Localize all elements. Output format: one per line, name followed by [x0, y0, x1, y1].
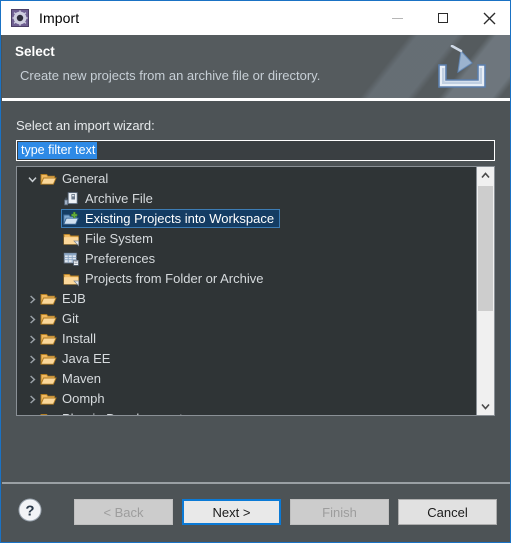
title-bar: Import — [1, 1, 510, 35]
folder-open-icon — [40, 351, 57, 367]
tree-item-general[interactable]: General — [17, 169, 476, 189]
folder-open-icon — [40, 311, 57, 327]
import-tray-icon — [431, 44, 493, 93]
tree-item-archive-file[interactable]: Archive File — [17, 189, 476, 209]
tree-scrollbar[interactable] — [476, 167, 494, 415]
folder-open-icon — [40, 291, 57, 307]
back-button: < Back — [74, 499, 173, 525]
scrollbar-thumb[interactable] — [478, 186, 493, 311]
tree-item-label: EJB — [62, 291, 86, 306]
tree-item-label: Archive File — [85, 191, 153, 206]
tree-item-label: Existing Projects into Workspace — [85, 211, 275, 226]
folder-open-icon — [40, 391, 57, 407]
window-title: Import — [39, 10, 80, 26]
tree-item-maven[interactable]: Maven — [17, 369, 476, 389]
tree-item-label: Oomph — [62, 391, 105, 406]
tree-item-label: Git — [62, 311, 79, 326]
folder-open-icon — [40, 411, 57, 415]
folder-open-icon — [40, 171, 57, 187]
import-dialog: Import Select Create new projects from a… — [0, 0, 511, 543]
minimize-icon[interactable] — [374, 1, 420, 35]
search-input[interactable]: type filter text — [16, 140, 495, 161]
import-projects-icon — [63, 211, 80, 227]
chevron-right-icon[interactable] — [24, 314, 40, 324]
preferences-icon — [63, 251, 80, 267]
tree-item-label: General — [62, 171, 109, 186]
help-icon[interactable]: ? — [17, 497, 43, 523]
tree-item-label: Maven — [62, 371, 102, 386]
tree-item-label: File System — [85, 231, 153, 246]
window-controls — [374, 1, 510, 35]
chevron-right-icon[interactable] — [24, 334, 40, 344]
chevron-right-icon[interactable] — [24, 394, 40, 404]
tree-label: Select an import wizard: — [16, 118, 155, 133]
chevron-right-icon[interactable] — [24, 374, 40, 384]
wizard-banner: Select Create new projects from an archi… — [2, 35, 510, 98]
maximize-icon[interactable] — [420, 1, 466, 35]
banner-title: Select — [15, 44, 55, 59]
eclipse-import-icon — [11, 9, 29, 27]
tree-item-java-ee[interactable]: Java EE — [17, 349, 476, 369]
archive-file-icon — [63, 191, 80, 207]
tree-item-ejb[interactable]: EJB — [17, 289, 476, 309]
import-wizard-tree[interactable]: General Archive File Existing Projects int… — [16, 166, 495, 416]
banner-subtitle: Create new projects from an archive file… — [20, 68, 321, 83]
tree-item-label: Install — [62, 331, 96, 346]
chevron-up-icon[interactable] — [477, 167, 494, 184]
tree-item-plug-in-development[interactable]: Plug-in Development — [17, 409, 476, 415]
tree-item-label: Plug-in Development — [62, 411, 183, 415]
dialog-buttons: < Back Next > Finish Cancel — [74, 499, 497, 525]
dialog-body: Select an import wizard: type filter tex… — [2, 101, 510, 481]
tree-item-preferences[interactable]: Preferences — [17, 249, 476, 269]
filter-text-value: type filter text — [18, 142, 98, 159]
chevron-down-icon[interactable] — [477, 398, 494, 415]
tree-item-existing-projects-into-workspace[interactable]: Existing Projects into Workspace — [17, 209, 476, 229]
next-button[interactable]: Next > — [182, 499, 281, 525]
chevron-down-icon[interactable] — [24, 176, 40, 183]
tree-item-oomph[interactable]: Oomph — [17, 389, 476, 409]
svg-text:?: ? — [25, 502, 34, 519]
folder-open-icon — [40, 331, 57, 347]
tree-item-git[interactable]: Git — [17, 309, 476, 329]
finish-button: Finish — [290, 499, 389, 525]
tree-item-install[interactable]: Install — [17, 329, 476, 349]
scrollbar-track[interactable] — [477, 184, 494, 398]
close-icon[interactable] — [466, 1, 510, 35]
tree-item-projects-from-folder-or-archive[interactable]: Projects from Folder or Archive — [17, 269, 476, 289]
folder-open-icon — [40, 371, 57, 387]
chevron-right-icon[interactable] — [24, 354, 40, 364]
folder-icon — [63, 231, 80, 247]
tree-item-label: Preferences — [85, 251, 156, 266]
tree-item-label: Projects from Folder or Archive — [85, 271, 264, 286]
tree-items-container: General Archive File Existing Projects int… — [17, 167, 476, 415]
folder-icon — [63, 271, 80, 287]
chevron-right-icon[interactable] — [24, 414, 40, 415]
dialog-footer: ? < Back Next > Finish Cancel — [2, 484, 510, 542]
cancel-button[interactable]: Cancel — [398, 499, 497, 525]
chevron-right-icon[interactable] — [24, 294, 40, 304]
tree-item-file-system[interactable]: File System — [17, 229, 476, 249]
tree-item-label: Java EE — [62, 351, 111, 366]
